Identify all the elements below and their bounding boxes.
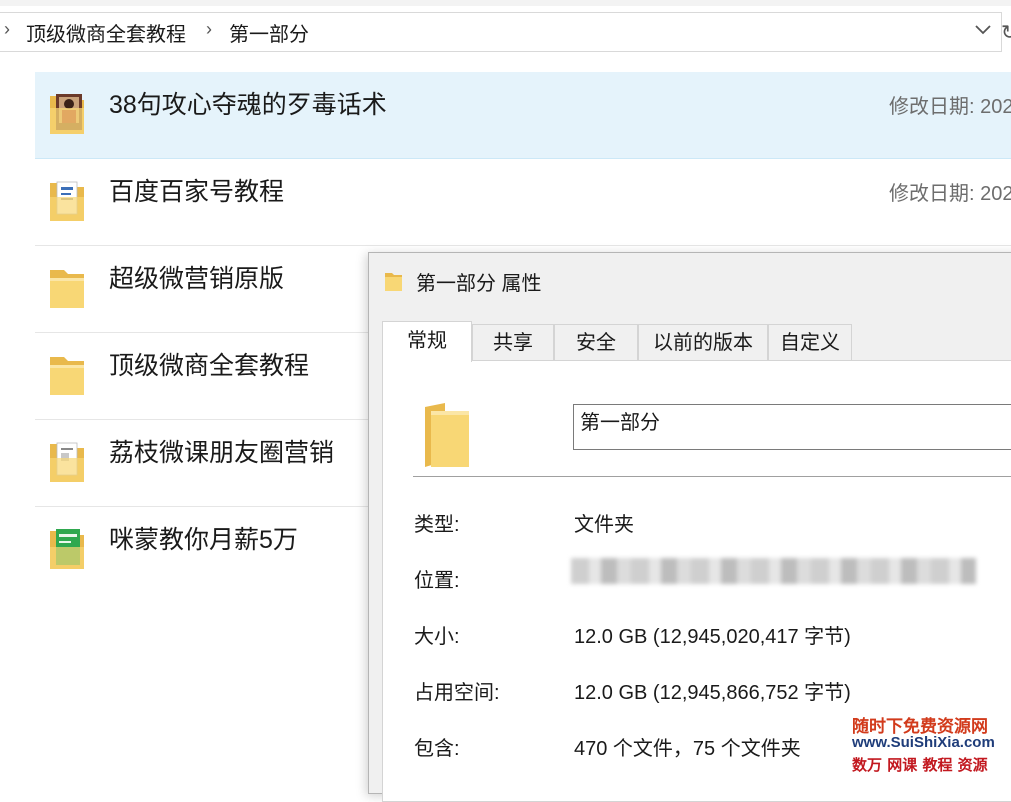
file-row-38-phrases[interactable]: 38句攻心夺魂的歹毒话术 修改日期: 202 <box>35 72 1011 159</box>
dialog-title: 第一部分 属性 <box>416 273 542 295</box>
disk-size-label: 占用空间: <box>414 682 500 704</box>
type-value: 文件夹 <box>574 514 634 536</box>
type-label: 类型: <box>414 514 460 536</box>
folder-icon <box>385 273 402 291</box>
divider <box>413 476 1011 477</box>
folder-docs-icon <box>50 181 84 221</box>
size-label: 大小: <box>414 626 460 648</box>
disk-size-value: 12.0 GB (12,945,866,752 字节) <box>574 682 851 704</box>
chevron-down-icon[interactable] <box>974 22 992 36</box>
watermark: 随时下免费资源网 www.SuiShiXia.com 数万 网课 教程 资源 <box>852 712 1011 774</box>
file-name: 顶级微商全套教程 <box>109 352 310 380</box>
file-modified-date: 修改日期: 202 <box>889 96 1011 118</box>
folder-docs-icon <box>50 442 84 482</box>
folder-green-icon <box>50 529 84 569</box>
folder-icon <box>50 357 84 395</box>
watermark-url: www.SuiShiXia.com <box>852 734 995 751</box>
tab-sharing[interactable]: 共享 <box>472 324 554 361</box>
file-row-baidu[interactable]: 百度百家号教程 修改日期: 202 <box>35 159 1011 246</box>
tab-security[interactable]: 安全 <box>554 324 638 361</box>
folder-icon <box>50 270 84 308</box>
file-modified-date: 修改日期: 202 <box>889 183 1011 205</box>
location-label: 位置: <box>414 570 460 592</box>
contains-label: 包含: <box>414 738 460 760</box>
address-bar: › 顶级微商全套教程 › 第一部分 ↻ <box>0 0 1011 60</box>
file-name: 咪蒙教你月薪5万 <box>109 526 298 554</box>
file-name: 38句攻心夺魂的歹毒话术 <box>109 91 387 119</box>
file-name: 荔枝微课朋友圈营销 <box>109 439 335 467</box>
tab-previous-versions[interactable]: 以前的版本 <box>638 324 768 361</box>
chevron-right-icon[interactable]: › <box>206 19 212 40</box>
file-name: 超级微营销原版 <box>109 265 285 293</box>
toolbar-edge <box>0 0 1011 6</box>
file-name: 百度百家号教程 <box>109 178 285 206</box>
breadcrumb-item-current[interactable]: 第一部分 <box>229 18 309 47</box>
location-value-redacted <box>571 558 976 584</box>
folder-photo-icon <box>50 94 84 134</box>
folder-name-field[interactable]: 第一部分 <box>573 404 1011 450</box>
watermark-tagline: 数万 网课 教程 资源 <box>852 756 988 774</box>
size-value: 12.0 GB (12,945,020,417 字节) <box>574 626 851 648</box>
tab-general[interactable]: 常规 <box>382 321 472 362</box>
chevron-right-icon[interactable]: › <box>4 19 10 40</box>
tab-customize[interactable]: 自定义 <box>768 324 852 361</box>
contains-value: 470 个文件，75 个文件夹 <box>574 738 801 760</box>
breadcrumb-item[interactable]: 顶级微商全套教程 <box>26 18 186 47</box>
refresh-icon[interactable]: ↻ <box>1001 20 1011 45</box>
folder-icon <box>425 403 469 467</box>
